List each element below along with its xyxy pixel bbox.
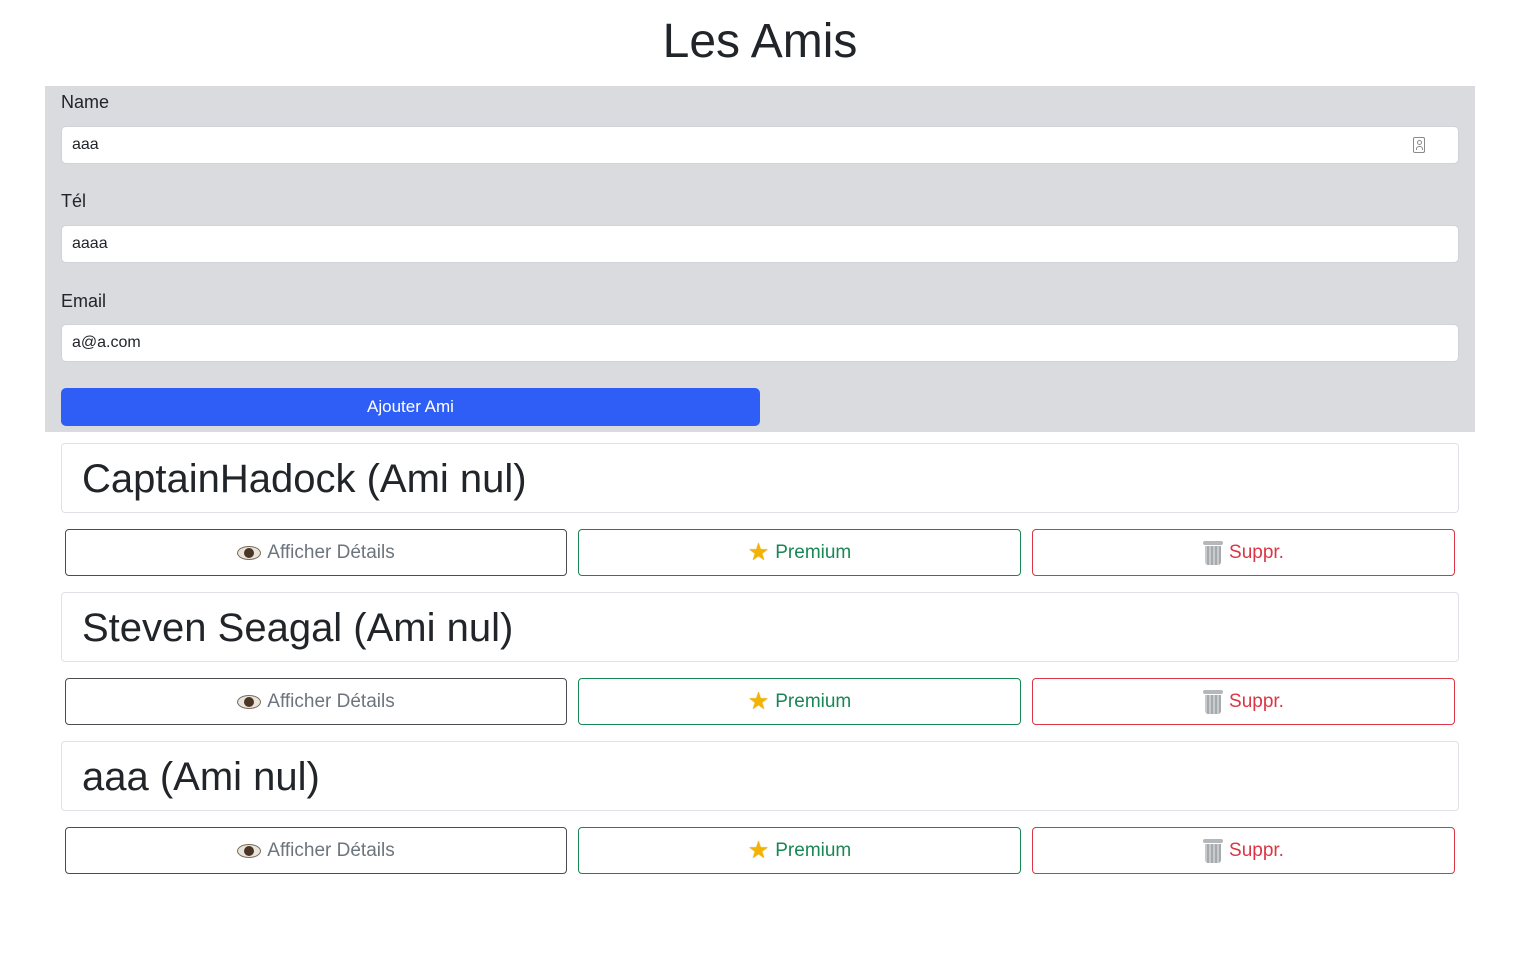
trash-icon	[1203, 540, 1224, 565]
show-details-label: Afficher Détails	[267, 839, 395, 861]
tel-field[interactable]	[61, 225, 1459, 263]
name-field[interactable]	[61, 126, 1459, 164]
show-details-label: Afficher Détails	[267, 541, 395, 563]
star-icon: ★	[747, 687, 770, 715]
premium-button[interactable]: ★ Premium	[578, 827, 1021, 874]
email-label: Email	[61, 291, 107, 311]
premium-button[interactable]: ★ Premium	[578, 529, 1021, 576]
eye-icon	[237, 545, 262, 560]
friend-name: Steven Seagal (Ami nul)	[82, 606, 514, 650]
premium-label: Premium	[775, 541, 852, 563]
friend-card: CaptainHadock (Ami nul)	[61, 443, 1459, 513]
friend-card: aaa (Ami nul)	[61, 741, 1459, 811]
premium-label: Premium	[775, 839, 852, 861]
eye-icon	[237, 843, 262, 858]
friend-name: CaptainHadock (Ami nul)	[82, 457, 527, 501]
add-friend-form: Name Tél Email Ajouter Ami	[45, 86, 1475, 432]
add-friend-button[interactable]: Ajouter Ami	[61, 388, 760, 426]
delete-button[interactable]: Suppr.	[1032, 678, 1455, 725]
show-details-button[interactable]: Afficher Détails	[65, 827, 567, 874]
name-label: Name	[61, 92, 110, 112]
delete-button[interactable]: Suppr.	[1032, 529, 1455, 576]
delete-label: Suppr.	[1229, 839, 1284, 861]
friend-name: aaa (Ami nul)	[82, 755, 320, 799]
premium-label: Premium	[775, 690, 852, 712]
premium-button[interactable]: ★ Premium	[578, 678, 1021, 725]
delete-label: Suppr.	[1229, 541, 1284, 563]
show-details-button[interactable]: Afficher Détails	[65, 678, 567, 725]
show-details-label: Afficher Détails	[267, 690, 395, 712]
delete-label: Suppr.	[1229, 690, 1284, 712]
star-icon: ★	[747, 538, 770, 566]
tel-label: Tél	[61, 191, 87, 211]
star-icon: ★	[747, 836, 770, 864]
trash-icon	[1203, 838, 1224, 863]
email-field[interactable]	[61, 324, 1459, 362]
delete-button[interactable]: Suppr.	[1032, 827, 1455, 874]
trash-icon	[1203, 689, 1224, 714]
friend-card: Steven Seagal (Ami nul)	[61, 592, 1459, 662]
contact-card-icon[interactable]	[1413, 137, 1425, 153]
page-title: Les Amis	[662, 15, 858, 68]
show-details-button[interactable]: Afficher Détails	[65, 529, 567, 576]
eye-icon	[237, 694, 262, 709]
